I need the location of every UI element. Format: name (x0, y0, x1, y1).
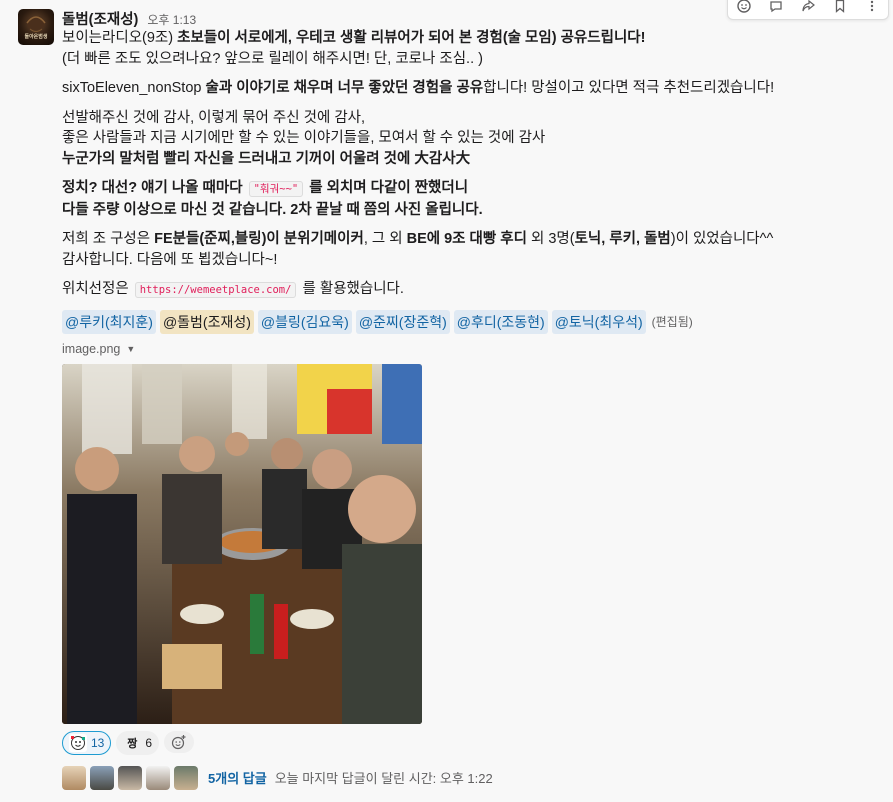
intro-bold: 초보들이 서로에게, 우테코 생활 리뷰어가 되어 본 경험(술 모임) 공유드… (177, 30, 646, 46)
cheers-line1-a: 정치? 대선? 얘기 나올 때마다 (62, 180, 247, 196)
sender-avatar[interactable]: 돌아온범생 (18, 9, 54, 45)
thread-summary[interactable]: 5개의 답글 오늘 마지막 답글이 달린 시간: 오후 1:22 (62, 765, 882, 791)
location-suffix: 를 활용했습니다. (298, 281, 404, 297)
cheers-code: "훠궈~~" (248, 181, 304, 197)
reaction-jjang[interactable]: 짱 6 (116, 730, 160, 755)
jjang-emoji: 짱 (127, 737, 138, 750)
location-link[interactable]: https://wemeetplace.com/ (134, 282, 297, 298)
intro-prefix: 보이는라디오(9조) (62, 30, 178, 46)
team-c: , 그 외 (363, 231, 407, 247)
add-reaction-button[interactable] (164, 730, 195, 753)
edited-label: (편집됨) (651, 315, 693, 329)
location-prefix: 위치선정은 (62, 281, 133, 297)
attached-photo[interactable] (62, 363, 422, 724)
mention-junzzi[interactable]: @준찌(장준혁) (355, 309, 450, 334)
paragraph-location: 위치선정은 https://wemeetplace.com/ 를 활용했습니다. (62, 279, 882, 301)
reaction-party-count: 13 (91, 735, 105, 750)
share-suffix: 합니다! 망설이고 있다면 적극 추천드리겠습니다! (483, 80, 775, 96)
file-name[interactable]: image.png (62, 342, 120, 356)
message: 돌범(조재성) 오후 1:13 보이는라디오(9조) 초보들이 서로에게, 우테… (62, 8, 882, 791)
replier-avatar-4 (146, 765, 170, 790)
sender-name[interactable]: 돌범(조재성) (62, 8, 138, 29)
replier-avatar-1 (62, 765, 86, 790)
intro-line2: (더 빠른 조도 있으려나요? 앞으로 릴레이 해주시면! 단, 코로나 조심.… (62, 50, 483, 67)
paragraph-thanks: 선발해주신 것에 감사, 이렇게 묶어 주신 것에 감사, 좋은 사람들과 지금… (62, 108, 882, 170)
reaction-party[interactable]: 13 (62, 730, 112, 755)
mention-tonic[interactable]: @토닉(최우석) (551, 309, 646, 334)
share-prefix: sixToEleven_nonStop (62, 80, 206, 96)
paragraph-share: sixToEleven_nonStop 술과 이야기로 채우며 너무 좋았던 경… (62, 78, 882, 99)
mention-hoodie[interactable]: @후디(조동현) (453, 309, 548, 334)
team-d: BE에 9조 대빵 후디 (406, 231, 527, 247)
file-label[interactable]: image.png ▼ (62, 340, 882, 358)
cheers-line2: 다들 주량 이상으로 마신 것 같습니다. 2차 끝날 때 쯤의 사진 올립니다… (62, 201, 483, 218)
mention-bling[interactable]: @블링(김요욱) (257, 309, 352, 334)
team-g: )이 있었습니다^^ (670, 231, 774, 247)
avatar-logo-text: 돌아온범생 (24, 34, 48, 40)
team-e: 외 3명( (526, 231, 575, 247)
paragraph-intro: 보이는라디오(9조) 초보들이 서로에게, 우테코 생활 리뷰어가 되어 본 경… (62, 28, 882, 69)
reactions-row: 13 짱 6 (62, 730, 882, 757)
replier-avatar-2 (90, 765, 114, 790)
replier-avatar-5 (174, 765, 198, 790)
replier-avatar-3 (118, 765, 142, 790)
chevron-down-icon[interactable]: ▼ (126, 344, 135, 354)
paragraph-cheers: 정치? 대선? 얘기 나올 때마다 "훠궈~~" 를 외치며 다같이 짠했더니 … (62, 178, 882, 220)
reply-count-link[interactable]: 5개의 답글 (208, 768, 267, 787)
group-photo-image (62, 363, 422, 724)
mention-rookie[interactable]: @루키(최지훈) (62, 309, 156, 334)
thanks-line2: 좋은 사람들과 지금 시기에만 할 수 있는 이야기들을, 모여서 할 수 있는… (62, 130, 546, 146)
paragraph-team: 저희 조 구성은 FE분들(준찌,블링)이 분위기메이커, 그 외 BE에 9조… (62, 229, 882, 270)
team-b: FE분들(준찌,블링)이 분위기메이커 (154, 231, 364, 247)
thanks-line1: 선발해주신 것에 감사, 이렇게 묶어 주신 것에 감사, (62, 109, 366, 126)
add-emoji-icon (171, 734, 186, 749)
reaction-jjang-count: 6 (145, 735, 153, 750)
mention-dolbeom[interactable]: @돌범(조재성) (159, 309, 254, 334)
last-reply-time: 오늘 마지막 답글이 달린 시간: 오후 1:22 (274, 771, 493, 786)
mentions-row: @루키(최지훈) @돌범(조재성) @블링(김요욱) @준찌(장준혁) @후디(… (62, 309, 882, 334)
team-line2: 감사합니다. 다음에 또 뵙겠습니다~! (62, 251, 278, 268)
thanks-line3: 누군가의 말처럼 빨리 자신을 드러내고 기꺼이 어울려 것에 大감사大 (62, 150, 471, 167)
team-a: 저희 조 구성은 (62, 231, 155, 247)
message-header: 돌범(조재성) 오후 1:13 (62, 8, 882, 28)
party-face-icon (69, 733, 87, 752)
team-f: 토닉, 루키, 돌범 (574, 231, 671, 247)
cheers-line1-b: 를 외치며 다같이 짠했더니 (305, 180, 469, 196)
message-time[interactable]: 오후 1:13 (147, 11, 196, 28)
share-bold: 술과 이야기로 채우며 너무 좋았던 경험을 공유 (205, 80, 484, 96)
